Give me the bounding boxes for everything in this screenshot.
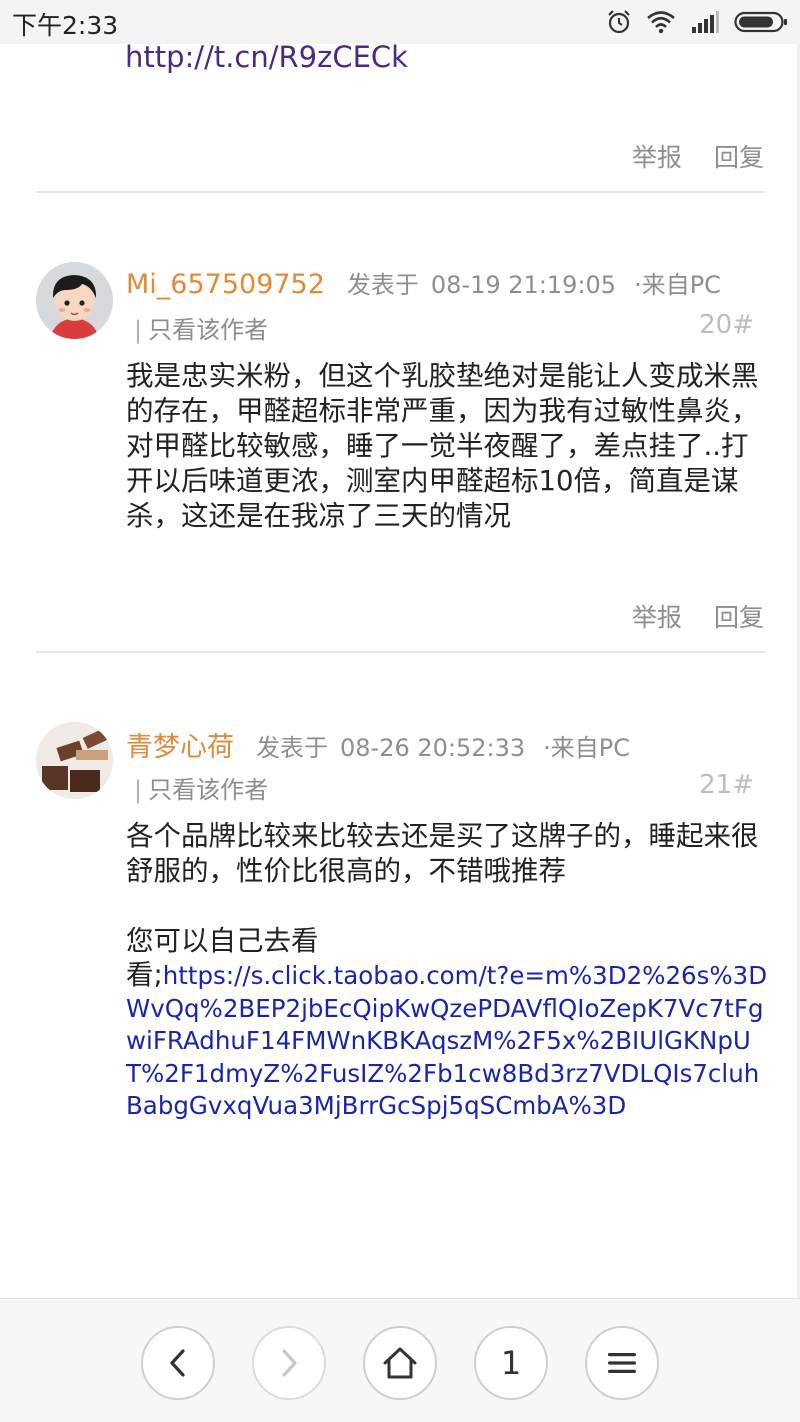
post-meta: 发表于 08-26 20:52:33 ·来自PC — [256, 728, 630, 763]
post-datetime: 08-26 20:52:33 — [340, 734, 526, 762]
post-header: Mi_657509752 发表于 08-19 21:19:05 ·来自PC — [126, 265, 721, 300]
post-body-line: 您可以自己去看 — [126, 925, 319, 957]
post-source: ·来自PC — [543, 734, 631, 762]
separator: | — [134, 776, 143, 804]
signal-icon — [692, 11, 719, 33]
report-button[interactable]: 举报 — [632, 138, 682, 174]
status-bar: 下午2:33 — [0, 0, 800, 44]
only-author-label: 只看该作者 — [148, 776, 269, 804]
post-body: 我是忠实米粉，但这个乳胶垫绝对是能让人变成米黑的存在，甲醛超标非常严重，因为我有… — [126, 360, 759, 532]
username[interactable]: 青梦心荷 — [126, 725, 234, 764]
forward-icon — [282, 1349, 297, 1377]
chocolate-avatar-icon — [36, 722, 113, 799]
page-number: 1 — [500, 1344, 522, 1382]
floor-number: 21# — [699, 770, 754, 800]
only-author-link[interactable]: | 只看该作者 — [134, 770, 268, 805]
wifi-icon — [647, 11, 675, 34]
avatar[interactable] — [36, 722, 113, 799]
post-body-link-block: 看;https://s.click.taobao.com/t?e=m%3D2%2… — [126, 959, 776, 1123]
status-icons — [606, 8, 788, 36]
link-prefix: 看; — [126, 959, 163, 991]
alarm-icon — [608, 10, 630, 34]
battery-icon — [734, 11, 787, 33]
post-actions: 举报 回复 — [632, 598, 764, 634]
report-button[interactable]: 举报 — [632, 598, 682, 634]
post-body: 各个品牌比较来比较去还是买了这牌子的，睡起来很舒服的，性价比很高的，不错哦推荐 — [126, 820, 759, 887]
back-icon — [170, 1349, 185, 1377]
menu-icon — [608, 1353, 636, 1373]
back-button[interactable] — [141, 1326, 215, 1400]
bottom-toolbar: 1 — [0, 1298, 800, 1422]
reply-button[interactable]: 回复 — [714, 598, 764, 634]
reply-button[interactable]: 回复 — [714, 138, 764, 174]
divider — [36, 651, 765, 653]
page-count-button[interactable]: 1 — [474, 1326, 548, 1400]
status-time: 下午2:33 — [12, 11, 119, 40]
username[interactable]: Mi_657509752 — [126, 269, 325, 300]
post-source: ·来自PC — [634, 271, 721, 299]
post-header: 青梦心荷 发表于 08-26 20:52:33 ·来自PC — [126, 725, 630, 764]
separator: | — [134, 316, 143, 344]
divider — [36, 191, 765, 193]
floor-number: 20# — [699, 310, 754, 340]
cartoon-avatar-icon — [36, 262, 113, 339]
post-actions: 举报 回复 — [632, 138, 764, 174]
taobao-link[interactable]: https://s.click.taobao.com/t?e=m%3D2%26s… — [126, 961, 767, 1120]
posted-label: 发表于 — [256, 734, 328, 762]
avatar[interactable] — [36, 262, 113, 339]
forward-button[interactable] — [252, 1326, 326, 1400]
thread-content[interactable]: http://t.cn/R9zCECk 举报 回复 Mi_657509752 发… — [0, 44, 800, 1298]
posted-label: 发表于 — [346, 271, 419, 299]
home-icon — [383, 1347, 417, 1379]
home-button[interactable] — [363, 1326, 437, 1400]
menu-button[interactable] — [585, 1326, 659, 1400]
only-author-link[interactable]: | 只看该作者 — [134, 310, 268, 345]
only-author-label: 只看该作者 — [148, 316, 269, 344]
post-datetime: 08-19 21:19:05 — [430, 271, 617, 299]
post-link[interactable]: http://t.cn/R9zCECk — [125, 44, 408, 74]
post-meta: 发表于 08-19 21:19:05 ·来自PC — [347, 265, 721, 300]
